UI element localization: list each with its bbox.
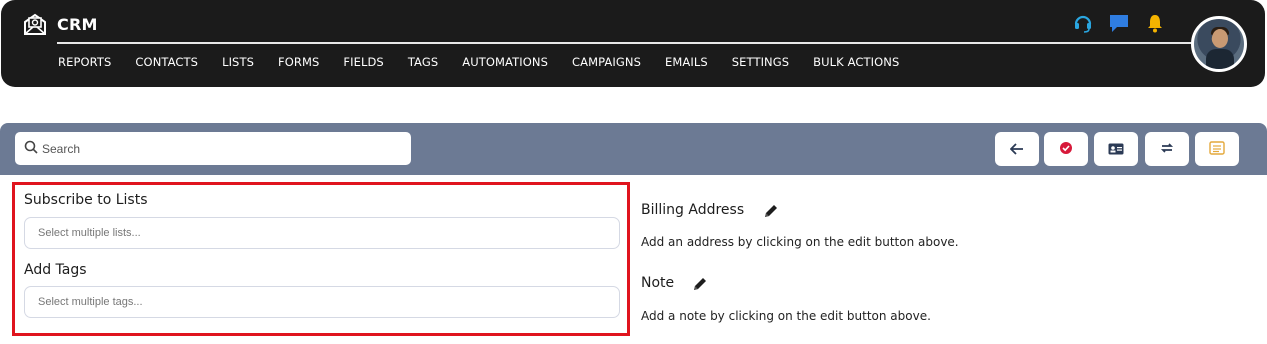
notes-icon [1209,140,1225,159]
back-arrow-icon [1009,140,1024,159]
search-icon [24,139,38,158]
nav-settings[interactable]: SETTINGS [732,55,789,69]
back-button[interactable] [995,132,1039,166]
sync-icon [1160,140,1174,159]
tags-placeholder: Select multiple tags... [38,296,143,308]
note-edit-pencil-icon[interactable] [691,275,709,293]
nav-lists[interactable]: LISTS [222,55,254,69]
sync-button[interactable] [1145,132,1189,166]
brand-title[interactable]: CRM [57,15,98,34]
tags-multiselect[interactable]: Select multiple tags... [24,286,620,318]
add-tags-label: Add Tags [24,262,87,278]
billing-address-title: Billing Address [641,202,745,218]
lists-multiselect[interactable]: Select multiple lists... [24,217,620,249]
avatar-body [1206,49,1234,69]
user-avatar[interactable] [1191,16,1247,72]
nav-tags[interactable]: TAGS [408,55,438,69]
nav-campaigns[interactable]: CAMPAIGNS [572,55,641,69]
notes-button[interactable] [1195,132,1239,166]
bell-icon[interactable] [1144,12,1166,34]
nav-automations[interactable]: AUTOMATIONS [462,55,548,69]
nav-forms[interactable]: FORMS [278,55,319,69]
nav-contacts[interactable]: CONTACTS [135,55,198,69]
search-placeholder: Search [42,141,81,156]
note-title: Note [641,275,675,291]
subscribe-lists-label: Subscribe to Lists [24,192,148,208]
contact-card-button[interactable] [1094,132,1138,166]
search-input[interactable]: Search [15,132,411,165]
header-icons [1072,12,1166,34]
mark-button[interactable] [1044,132,1088,166]
billing-edit-pencil-icon[interactable] [762,202,780,220]
nav-fields[interactable]: FIELDS [343,55,383,69]
top-navigation-bar: CRM REPORTS CONTACTS LISTS FORMS FIELDS … [1,0,1265,87]
id-card-icon [1108,140,1124,159]
crm-logo-icon[interactable] [22,11,48,37]
nav-reports[interactable]: REPORTS [58,55,111,69]
chat-icon[interactable] [1108,12,1130,34]
nav-emails[interactable]: EMAILS [665,55,708,69]
support-headset-icon[interactable] [1072,12,1094,34]
main-nav: REPORTS CONTACTS LISTS FORMS FIELDS TAGS… [58,55,923,69]
contact-toolbar: Search [0,123,1267,175]
lists-placeholder: Select multiple lists... [38,227,141,239]
check-circle-icon [1059,140,1073,159]
note-text: Add a note by clicking on the edit butto… [641,309,931,323]
nav-bulk-actions[interactable]: BULK ACTIONS [813,55,899,69]
billing-address-text: Add an address by clicking on the edit b… [641,235,959,249]
header-divider [57,42,1197,44]
avatar-face [1212,29,1228,48]
